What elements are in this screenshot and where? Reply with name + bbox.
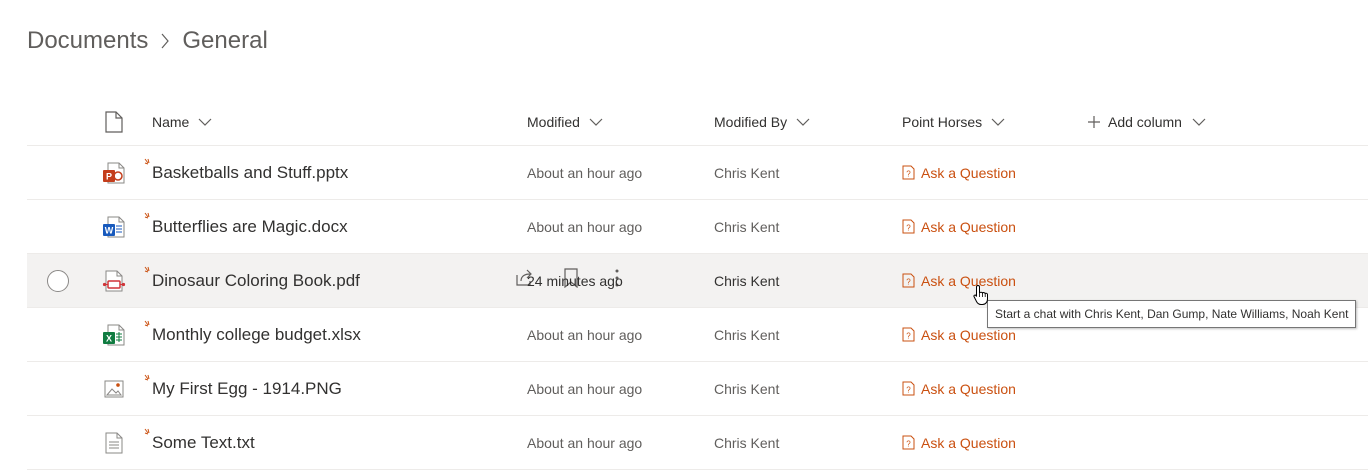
ask-question-link[interactable]: ? Ask a Question — [902, 435, 1016, 451]
file-type-header-icon[interactable] — [102, 98, 126, 145]
chevron-down-icon — [198, 118, 212, 126]
modified-by-value: Chris Kent — [714, 380, 780, 397]
table-row[interactable]: Some Text.txt About an hour ago Chris Ke… — [27, 416, 1368, 470]
question-file-icon: ? — [902, 273, 915, 288]
question-file-icon: ? — [902, 381, 915, 396]
column-header-modified[interactable]: Modified — [527, 98, 707, 145]
breadcrumb: Documents General — [27, 25, 268, 57]
row-select-checkbox[interactable] — [46, 254, 70, 307]
modified-by-value: Chris Kent — [714, 164, 780, 181]
new-item-icon — [144, 261, 154, 281]
ask-question-label: Ask a Question — [921, 164, 1016, 181]
modified-value: 24 minutes ago — [527, 272, 623, 289]
pdf-file-icon — [102, 254, 126, 307]
svg-text:X: X — [106, 333, 112, 343]
ask-question-link[interactable]: ? Ask a Question — [902, 381, 1016, 397]
column-header-modified-by[interactable]: Modified By — [714, 98, 894, 145]
svg-text:?: ? — [906, 386, 911, 395]
chevron-down-icon — [1192, 118, 1206, 126]
add-column-button[interactable]: Add column — [1088, 98, 1248, 145]
ask-question-link[interactable]: ? Ask a Question — [902, 327, 1016, 343]
image-file-icon — [102, 362, 126, 415]
new-item-icon — [144, 423, 154, 443]
svg-text:P: P — [106, 171, 112, 181]
svg-text:?: ? — [906, 440, 911, 449]
powerpoint-file-icon: P — [102, 146, 126, 199]
ask-question-label: Ask a Question — [921, 380, 1016, 397]
column-header-point-horses[interactable]: Point Horses — [902, 98, 1082, 145]
svg-text:?: ? — [906, 278, 911, 287]
file-name-link[interactable]: Some Text.txt — [152, 433, 255, 452]
new-item-icon — [144, 315, 154, 335]
ask-question-tooltip: Start a chat with Chris Kent, Dan Gump, … — [987, 300, 1357, 328]
ask-question-link[interactable]: ? Ask a Question — [902, 165, 1016, 181]
question-file-icon: ? — [902, 165, 915, 180]
modified-value: About an hour ago — [527, 434, 643, 451]
ask-question-label: Ask a Question — [921, 434, 1016, 451]
word-file-icon: W — [102, 200, 126, 253]
modified-value: About an hour ago — [527, 380, 643, 397]
excel-file-icon: X — [102, 308, 126, 361]
question-file-icon: ? — [902, 435, 915, 450]
modified-by-value: Chris Kent — [714, 434, 780, 451]
column-header-modified-label: Modified — [527, 113, 580, 130]
file-name-link[interactable]: Butterflies are Magic.docx — [152, 217, 348, 236]
column-header-name-label: Name — [152, 113, 190, 130]
svg-text:?: ? — [906, 332, 911, 341]
svg-text:W: W — [105, 225, 114, 235]
question-file-icon: ? — [902, 219, 915, 234]
file-name-link[interactable]: My First Egg - 1914.PNG — [152, 379, 342, 398]
column-header-row: Name Modified Modified By Point Horses A… — [27, 98, 1368, 146]
column-header-modified-by-label: Modified By — [714, 113, 788, 130]
file-name-link[interactable]: Dinosaur Coloring Book.pdf — [152, 271, 360, 290]
plus-icon — [1088, 115, 1100, 128]
circle-checkbox-icon — [47, 269, 69, 292]
table-row[interactable]: My First Egg - 1914.PNG About an hour ag… — [27, 362, 1368, 416]
modified-by-value: Chris Kent — [714, 272, 780, 289]
question-file-icon: ? — [902, 327, 915, 342]
chevron-down-icon — [589, 118, 603, 126]
modified-by-value: Chris Kent — [714, 326, 780, 343]
modified-value: About an hour ago — [527, 164, 643, 181]
svg-text:?: ? — [906, 170, 911, 179]
column-header-point-horses-label: Point Horses — [902, 113, 983, 130]
modified-value: About an hour ago — [527, 326, 643, 343]
ask-question-link[interactable]: ? Ask a Question — [902, 273, 1016, 289]
new-item-icon — [144, 153, 154, 173]
new-item-icon — [144, 369, 154, 389]
text-file-icon — [102, 416, 126, 469]
breadcrumb-documents[interactable]: Documents — [27, 27, 148, 55]
add-column-label: Add column — [1108, 113, 1182, 130]
modified-value: About an hour ago — [527, 218, 643, 235]
ask-question-link[interactable]: ? Ask a Question — [902, 219, 1016, 235]
chevron-down-icon — [796, 118, 810, 126]
new-item-icon — [144, 207, 154, 227]
svg-text:?: ? — [906, 224, 911, 233]
table-row[interactable]: W Butterflies are Magic.docx About an ho… — [27, 200, 1368, 254]
ask-question-label: Ask a Question — [921, 272, 1016, 289]
document-list: Name Modified Modified By Point Horses A… — [27, 98, 1368, 470]
chevron-down-icon — [991, 118, 1005, 126]
hand-pointer-cursor-icon — [972, 284, 990, 311]
column-header-name[interactable]: Name — [152, 98, 512, 145]
modified-by-value: Chris Kent — [714, 218, 780, 235]
ask-question-label: Ask a Question — [921, 218, 1016, 235]
file-name-link[interactable]: Monthly college budget.xlsx — [152, 325, 361, 344]
file-name-link[interactable]: Basketballs and Stuff.pptx — [152, 163, 348, 182]
ask-question-label: Ask a Question — [921, 326, 1016, 343]
table-row[interactable]: P Basketballs and Stuff.pptx About an ho… — [27, 146, 1368, 200]
breadcrumb-general: General — [182, 27, 268, 54]
chevron-right-icon — [160, 32, 170, 50]
